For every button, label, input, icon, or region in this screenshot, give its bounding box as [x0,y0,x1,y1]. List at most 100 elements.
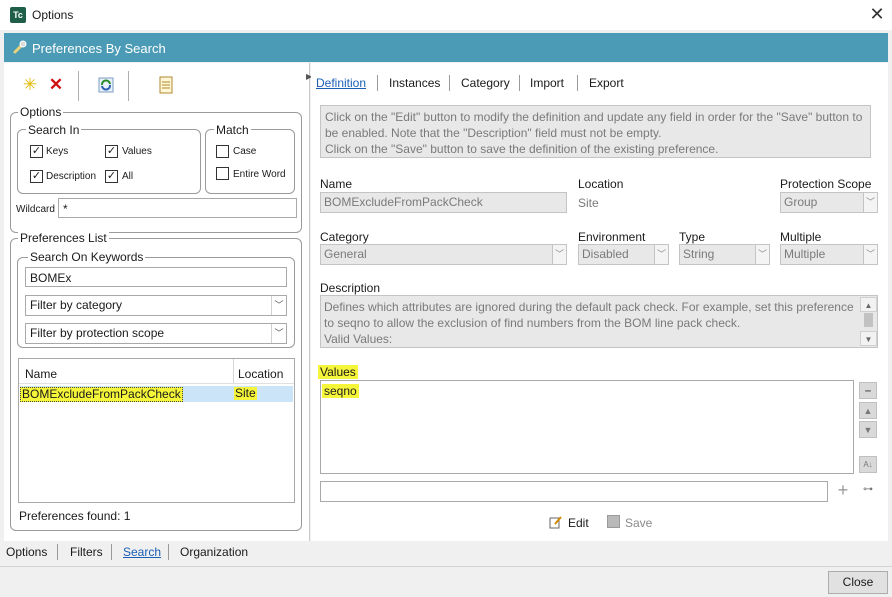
refresh-icon[interactable] [94,73,118,97]
new-value-input[interactable] [320,481,828,502]
protection-scope-dropdown[interactable]: Group ﹀ [780,192,878,213]
window-close-icon[interactable]: ✕ [866,3,888,25]
scope-filter-value: Filter by protection scope [30,326,165,340]
save-disk-icon [607,515,620,528]
location-label: Location [578,177,624,191]
entire-word-checkbox[interactable] [216,167,229,180]
edit-pencil-icon [549,515,563,529]
tab-options[interactable]: Options [6,545,47,559]
entire-word-label: Entire Word [233,169,286,180]
match-group [205,129,295,194]
category-filter-dropdown[interactable]: Filter by category ﹀ [25,295,287,316]
multiple-dropdown[interactable]: Multiple ﹀ [780,244,878,265]
wildcard-label: Wildcard [16,204,55,215]
keys-label: Keys [46,146,69,157]
toolbar-separator [78,71,79,101]
name-field[interactable]: BOMExcludeFromPackCheck [320,192,567,213]
add-value-icon[interactable]: + [834,481,852,499]
type-value: String [683,247,715,261]
name-label: Name [320,177,353,191]
description-label: Description [46,171,97,182]
scope-filter-dropdown[interactable]: Filter by protection scope ﹀ [25,323,287,344]
environment-label: Environment [578,230,646,244]
location-value: Site [578,196,599,210]
tab-definition[interactable]: Definition [316,76,366,90]
list-item[interactable]: seqno [322,384,359,398]
move-down-icon[interactable]: ▼ [859,421,877,438]
info-text: Click on the "Edit" button to modify the… [320,105,871,158]
column-header-location[interactable]: Location [238,367,283,381]
wildcard-input[interactable]: * [58,198,297,218]
toolbar-separator [128,71,129,101]
left-panel: ✳ ✕ Options Search In ✓ Keys ✓ Values ✓ … [4,63,310,541]
close-button[interactable]: Close [828,571,888,594]
save-label: Save [625,516,653,530]
preferences-list-label: Preferences List [18,231,109,245]
report-icon[interactable] [154,73,178,97]
table-row[interactable]: BOMExcludeFromPackCheck Site [20,386,293,402]
values-checkbox[interactable]: ✓ [105,145,118,158]
description-checkbox[interactable]: ✓ [30,170,43,183]
tab-category[interactable]: Category [461,76,510,90]
preferences-found: Preferences found: 1 [19,509,131,523]
tab-separator [577,75,578,91]
new-star-icon[interactable]: ✳ [18,73,42,97]
tab-separator [519,75,520,91]
case-label: Case [233,146,257,157]
protection-scope-label: Protection Scope [780,177,872,191]
footer-divider [0,566,892,567]
category-value: General [324,247,367,261]
scroll-down-icon[interactable]: ▼ [860,331,877,346]
tab-import[interactable]: Import [530,76,564,90]
all-checkbox[interactable]: ✓ [105,170,118,183]
search-keywords-label: Search On Keywords [28,250,146,264]
search-in-label: Search In [26,123,82,137]
environment-value: Disabled [582,247,629,261]
window-title: Options [32,8,74,22]
tab-separator [111,544,112,560]
match-label: Match [214,123,251,137]
key-icon[interactable]: ⊶ [859,483,877,497]
column-header-name[interactable]: Name [25,367,57,381]
remove-value-icon[interactable]: ━ [859,382,877,399]
values-label: Values [318,365,358,379]
tab-organization[interactable]: Organization [180,545,248,559]
tab-instances[interactable]: Instances [389,76,440,90]
case-checkbox[interactable] [216,145,229,158]
type-dropdown[interactable]: String ﹀ [679,244,770,265]
preferences-table: Name Location BOMExcludeFromPackCheck Si… [18,358,295,503]
preferences-icon [13,40,27,54]
chevron-down-icon: ﹀ [271,324,286,343]
edit-label: Edit [568,516,589,530]
description-label: Description [320,281,381,295]
tab-separator [377,75,378,91]
environment-dropdown[interactable]: Disabled ﹀ [578,244,669,265]
protection-scope-value: Group [784,195,818,209]
type-label: Type [679,230,706,244]
keyword-search-input[interactable]: BOMEx [25,267,287,287]
sort-az-icon[interactable]: A↓ [859,456,877,473]
table-header: Name Location [19,359,294,384]
chevron-down-icon: ﹀ [863,193,877,212]
tab-filters[interactable]: Filters [70,545,103,559]
multiple-label: Multiple [780,230,822,244]
keys-checkbox[interactable]: ✓ [30,145,43,158]
options-group-label: Options [18,105,64,119]
app-icon: Tc [10,7,26,23]
description-box[interactable]: Defines which attributes are ignored dur… [320,295,878,348]
tab-search[interactable]: Search [123,545,161,559]
tab-export[interactable]: Export [589,76,624,90]
row-name-cell: BOMExcludeFromPackCheck [20,387,183,402]
header-band: Preferences By Search [4,33,888,62]
category-dropdown[interactable]: General ﹀ [320,244,567,265]
chevron-down-icon: ﹀ [271,296,286,315]
tab-separator [449,75,450,91]
category-filter-value: Filter by category [30,298,123,312]
values-list[interactable]: seqno [320,380,854,474]
delete-x-icon[interactable]: ✕ [44,73,68,97]
scroll-up-icon[interactable]: ▲ [860,297,877,312]
chevron-down-icon: ﹀ [552,245,566,264]
move-up-icon[interactable]: ▲ [859,402,877,419]
tab-separator [57,544,58,560]
scrollbar-thumb[interactable] [864,313,873,327]
